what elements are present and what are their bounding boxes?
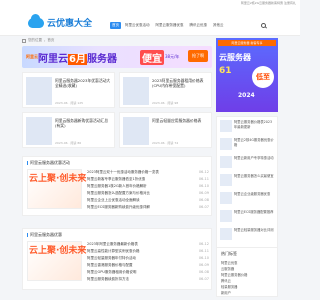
sidebar-thumb	[220, 174, 232, 186]
article-card[interactable]: 阿里云轻量应用服务器价格表 2023-06 · 阅读 74	[119, 112, 212, 148]
section-title[interactable]: 阿里云服务器优惠	[27, 232, 62, 238]
list-item[interactable]: 阿里云GPU服务器租用价格说明 06-08	[87, 269, 209, 276]
card-thumbnail[interactable]	[123, 117, 149, 145]
logo-cloud-icon[interactable]	[28, 14, 44, 29]
list-item[interactable]: 2023年阿里云服务器最新价格表 06-12	[87, 241, 209, 248]
card-title[interactable]: 阿里云服务器2023年优惠活动大全精选(收藏)	[55, 78, 113, 88]
tag-list: 阿里云优惠 云服务器 阿里云服务器价格 腾讯云 轻量服务器 新用户	[221, 260, 276, 296]
section-title[interactable]: 阿里云服务器优惠活动	[27, 160, 70, 166]
sidebar-thumb	[220, 228, 232, 240]
ad-year: 2024	[238, 92, 255, 99]
list-item[interactable]: 阿里云高性能计算型实例优惠价格 06-11	[87, 248, 209, 255]
sidebar-article[interactable]: 阿里云ECS服务器配置推荐	[220, 210, 274, 225]
nav-other[interactable]: 其他云	[211, 22, 226, 29]
sidebar-thumb	[220, 138, 232, 150]
list-item[interactable]: 阿里云香港服务器价格与配置 06-09	[87, 262, 209, 269]
card-title[interactable]: 阿里云服务器新购优惠活动汇总(有奖)	[55, 118, 113, 128]
ad-number: 61	[219, 66, 232, 76]
tag-item[interactable]: 新用户	[221, 290, 276, 296]
section-list: 2023阿里云双十一优惠活动服务器价格一览表 06-12 阿里云新客专享云服务器低…	[87, 169, 209, 211]
breadcrumb-label: 您的位置	[28, 38, 42, 42]
breadcrumb: 您的位置 › 首页	[22, 38, 54, 43]
card-title[interactable]: 阿里云轻量应用服务器价格表	[152, 118, 210, 123]
nav-tencent[interactable]: 腾讯云优惠	[188, 22, 210, 29]
breadcrumb-home[interactable]: 首页	[47, 38, 54, 43]
list-item[interactable]: 阿里云企业上云优惠活动全面解读 06-08	[87, 197, 209, 204]
breadcrumb-sep: ›	[44, 38, 46, 43]
list-item[interactable]: 阿里云服务器续费折扣方法 06-07	[87, 276, 209, 283]
section-server: 阿里云服务器优惠 云上聚·创未来 2023年阿里云服务器最新价格表 06-12 阿…	[22, 228, 212, 290]
ad-circle-badge: 低至	[252, 66, 274, 88]
sidebar-thumb	[220, 120, 232, 132]
article-card[interactable]: 阿里云服务器新购优惠活动汇总(有奖) 2023-06 · 阅读 86	[22, 112, 115, 148]
list-item[interactable]: 阿里云服务器怎么选配置方案与价格对比 06-09	[87, 190, 209, 197]
card-meta: 2023-06 · 阅读 98	[152, 101, 179, 105]
card-meta: 2023-06 · 阅读 125	[55, 101, 84, 105]
nav-home[interactable]: 首页	[110, 22, 121, 29]
card-thumbnail[interactable]	[26, 77, 52, 105]
header: 云优惠大全 首页 阿里云优惠活动 阿里云服务器优惠 腾讯云优惠 其他云	[0, 6, 300, 36]
card-meta: 2023-06 · 阅读 74	[152, 141, 179, 145]
card-title[interactable]: 2023阿里云服务器租用价格表(CPU内存带宽配置)	[152, 78, 210, 88]
banner-cheap-badge: 便宜	[140, 50, 164, 65]
banner-price: 38元/年	[165, 54, 180, 59]
home-icon	[22, 38, 26, 43]
sidebar-article[interactable]: 阿里云轻量服务器对比评测	[220, 228, 274, 243]
sidebar-ad[interactable]: 阿里云服务器 新客专享 云服务器 61 低至 2024	[216, 38, 278, 112]
card-thumbnail[interactable]	[26, 117, 52, 145]
sidebar-articles: 阿里云服务器价格表2023年最新更新 阿里云2核4G服务器优惠价格 阿里云新用户…	[216, 116, 278, 250]
list-item[interactable]: 阿里云轻量服务器年付特价活动 06-10	[87, 255, 209, 262]
banner-logo: 阿里云	[26, 54, 38, 59]
article-card[interactable]: 2023阿里云服务器租用价格表(CPU内存带宽配置) 2023-06 · 阅读 …	[119, 72, 212, 108]
ad-top-label: 阿里云服务器 新客专享	[218, 40, 276, 46]
sidebar-thumb	[220, 210, 232, 222]
promo-banner[interactable]: 阿里云 阿里云6月服务器 便宜 38元/年 抢了啊	[22, 46, 212, 68]
list-item[interactable]: 阿里云ECS服务器新购续费升级优惠详解 06-07	[87, 204, 209, 211]
sidebar-article[interactable]: 阿里云2核4G服务器优惠价格	[220, 138, 274, 153]
site-name[interactable]: 云优惠大全	[47, 16, 92, 29]
sidebar-article[interactable]: 阿里云新用户专享特惠活动	[220, 156, 274, 171]
search-icon[interactable]	[261, 23, 266, 28]
card-meta: 2023-06 · 阅读 86	[55, 141, 82, 145]
ad-headline: 云服务器	[219, 53, 251, 62]
nav-aliyun-promo[interactable]: 阿里云优惠活动	[123, 22, 152, 29]
main-nav: 首页 阿里云优惠活动 阿里云服务器优惠 腾讯云优惠 其他云	[110, 22, 226, 29]
list-item[interactable]: 2023阿里云双十一优惠活动服务器价格一览表 06-12	[87, 169, 209, 176]
section-promo: 阿里云服务器优惠活动 云上聚·创未来 2023阿里云双十一优惠活动服务器价格一览…	[22, 156, 212, 216]
sidebar-article[interactable]: 阿里云企业级服务器优惠	[220, 192, 274, 207]
section-image-text: 云上聚·创未来	[29, 246, 87, 256]
section-list: 2023年阿里云服务器最新价格表 06-12 阿里云高性能计算型实例优惠价格 06-…	[87, 241, 209, 283]
card-thumbnail[interactable]	[123, 77, 149, 105]
article-card[interactable]: 阿里云服务器2023年优惠活动大全精选(收藏) 2023-06 · 阅读 125	[22, 72, 115, 108]
banner-button[interactable]: 抢了啊	[188, 50, 208, 62]
tag-box: 热门标签 阿里云优惠 云服务器 阿里云服务器价格 腾讯云 轻量服务器 新用户	[216, 247, 278, 297]
nav-aliyun-server[interactable]: 阿里云服务器优惠	[154, 22, 186, 29]
list-item[interactable]: 阿里云新客专享云服务器低至1折优惠 06-11	[87, 176, 209, 183]
banner-title: 阿里云6月服务器	[38, 54, 117, 65]
list-item[interactable]: 阿里云服务器1核2G新人首年价格解析 06-10	[87, 183, 209, 190]
sidebar-thumb	[220, 156, 232, 168]
tag-title: 热门标签	[221, 251, 237, 256]
sidebar-article[interactable]: 阿里云服务器价格表2023年最新更新	[220, 120, 274, 135]
sidebar-thumb	[220, 192, 232, 204]
section-image-text: 云上聚·创未来	[29, 174, 87, 184]
sidebar-article[interactable]: 阿里云服务器怎么买最便宜	[220, 174, 274, 189]
